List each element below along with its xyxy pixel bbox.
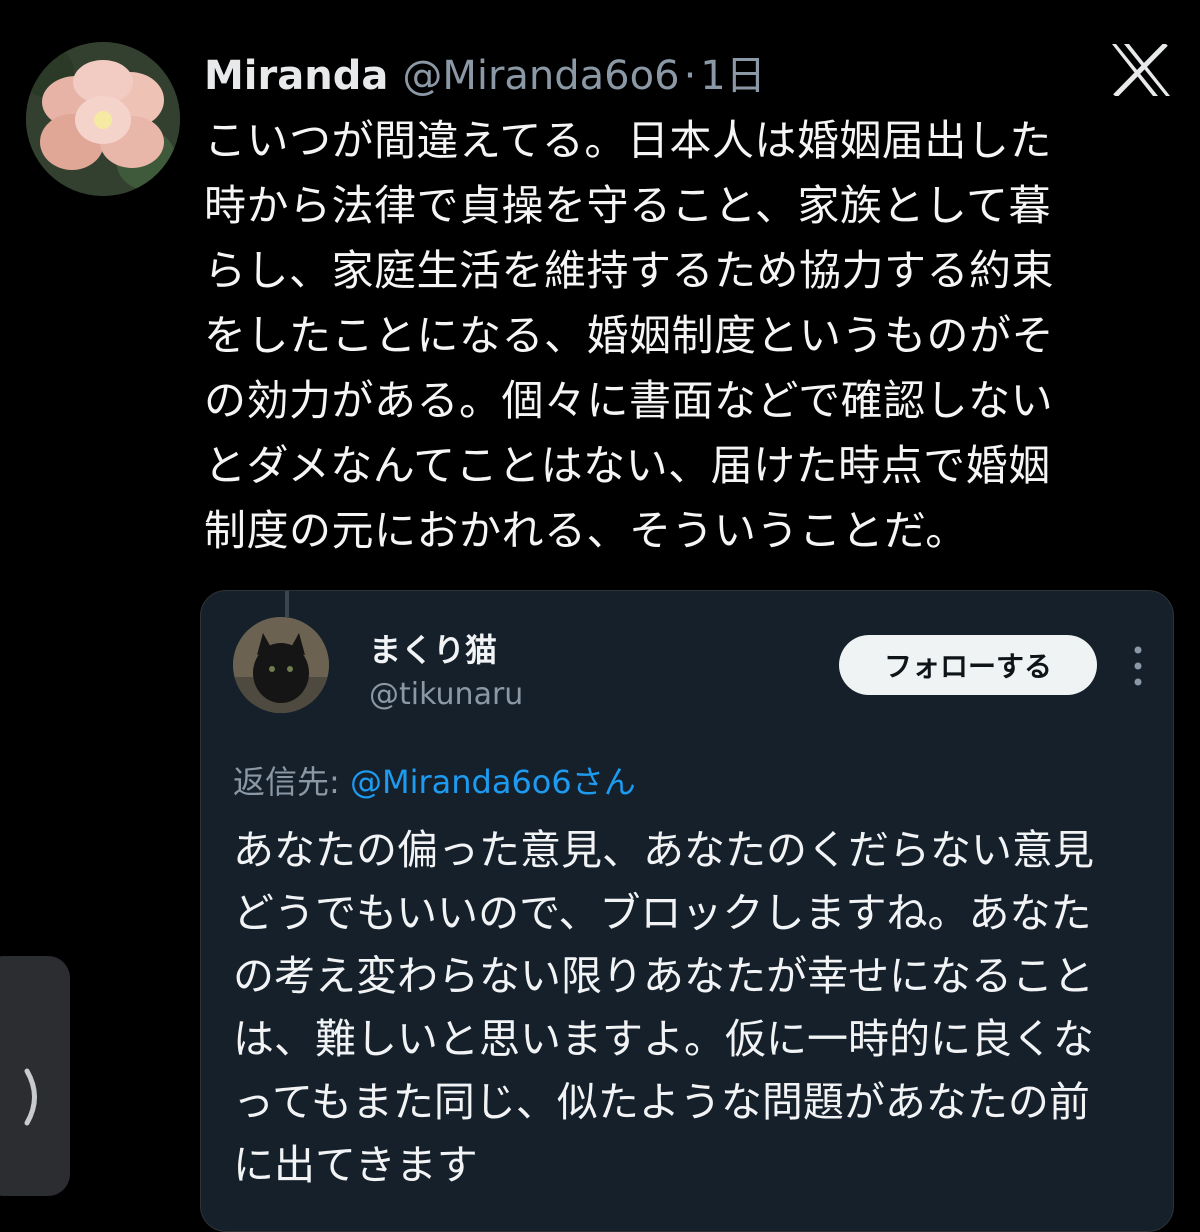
- quoted-author-avatar[interactable]: [233, 617, 329, 713]
- cat-avatar-image: [233, 617, 329, 713]
- reply-to-line: 返信先: @Miranda6o6さん: [233, 757, 636, 803]
- header-separator: ·: [683, 53, 697, 99]
- author-handle[interactable]: @Miranda6o6: [402, 46, 679, 106]
- more-vertical-icon[interactable]: [1131, 643, 1145, 689]
- tweet-header: Miranda @Miranda6o6 · 1日: [204, 46, 766, 106]
- tweet-text: こいつが間違えてる。日本人は婚姻届出した 時から法律で貞操を守ること、家族として…: [204, 116, 1055, 555]
- quoted-author-name[interactable]: まくり猫: [369, 625, 497, 671]
- tweet-age[interactable]: 1日: [700, 46, 765, 106]
- flower-avatar-image: [26, 42, 180, 196]
- author-name[interactable]: Miranda: [204, 46, 388, 106]
- author-avatar[interactable]: [26, 42, 180, 196]
- chevron-right-icon[interactable]: [22, 1068, 46, 1126]
- thread-line: [285, 591, 289, 617]
- follow-button[interactable]: フォローする: [839, 635, 1097, 695]
- reply-to-prefix: 返信先:: [233, 763, 350, 801]
- quoted-tweet-card[interactable]: まくり猫 @tikunaru フォローする 返信先: @Miranda6o6さん…: [200, 590, 1174, 1232]
- x-logo-icon[interactable]: [1112, 44, 1170, 96]
- quoted-author-handle[interactable]: @tikunaru: [369, 677, 523, 712]
- quoted-tweet-text: あなたの偏った意見、あなたのくだらない意見 どうでもいいので、ブロックしますね。…: [233, 826, 1094, 1189]
- reply-to-mention[interactable]: @Miranda6o6さん: [350, 763, 636, 801]
